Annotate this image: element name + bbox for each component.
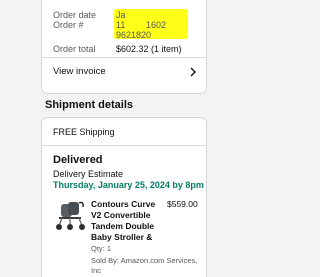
order-number-value-end: 9621820 bbox=[116, 30, 152, 40]
order-summary-card: Order date Ja Order # 11 1602 9621820 Or… bbox=[41, 0, 207, 94]
order-date-value: Ja bbox=[116, 10, 126, 20]
shipment-card: FREE Shipping Delivered Delivery Estimat… bbox=[41, 117, 207, 277]
product-name-line-3[interactable]: Tandem Double bbox=[91, 221, 154, 231]
sold-by: Sold By: Amazon.com Services, bbox=[91, 256, 198, 265]
product-price: $559.00 bbox=[167, 199, 198, 209]
order-number-value-mid: 1602 bbox=[146, 20, 167, 30]
stroller-image[interactable] bbox=[53, 198, 87, 232]
order-number-label: Order # bbox=[53, 20, 84, 30]
product-name-line-4[interactable]: Baby Stroller & bbox=[91, 232, 152, 242]
order-total-label: Order total bbox=[53, 44, 96, 54]
shipping-method: FREE Shipping bbox=[53, 127, 115, 137]
delivery-date: Thursday, January 25, 2024 by 8pm bbox=[53, 180, 204, 190]
product-name-line-1[interactable]: Contours Curve bbox=[91, 199, 155, 209]
shipment-details-heading: Shipment details bbox=[45, 99, 134, 111]
product-quantity: Qty: 1 bbox=[91, 244, 112, 253]
order-number-value-start: 11 bbox=[116, 20, 126, 30]
divider bbox=[42, 145, 206, 146]
order-date-label: Order date bbox=[53, 10, 97, 20]
chevron-right-icon[interactable] bbox=[188, 66, 198, 78]
order-total-value: $602.32 (1 item) bbox=[116, 44, 182, 54]
divider bbox=[42, 57, 206, 58]
delivery-status: Delivered bbox=[53, 154, 103, 166]
sold-by-continued: Inc bbox=[91, 266, 102, 275]
product-name-line-2[interactable]: V2 Convertible bbox=[91, 210, 151, 220]
delivery-estimate-label: Delivery Estimate bbox=[53, 169, 124, 179]
view-invoice-link[interactable]: View invoice bbox=[53, 66, 106, 77]
